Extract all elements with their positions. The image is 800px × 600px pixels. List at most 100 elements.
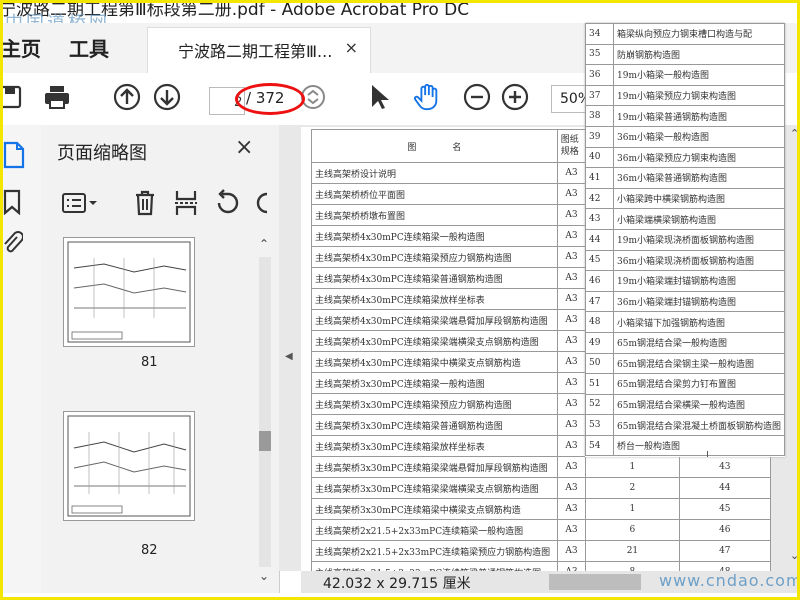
home-tab[interactable]: 主页 bbox=[3, 33, 41, 62]
table-row: 主线高架桥2x21.5+2x33mPC连续箱梁一般构造图 A3 6 46 bbox=[311, 519, 771, 541]
cell-name: 小箱梁端横梁钢筋构造图 bbox=[613, 208, 785, 230]
cell-size: A3 bbox=[556, 183, 587, 205]
cell-name: 主线高架桥设计说明 bbox=[311, 162, 558, 184]
page-thumbnail[interactable] bbox=[63, 237, 195, 347]
cell-name: 小箱梁锚下加强钢筋构造图 bbox=[613, 311, 785, 333]
table-row: 39 36m小箱梁一般构造图 bbox=[585, 125, 785, 148]
table-row: 36 19m小箱梁一般构造图 bbox=[585, 64, 785, 86]
cell-no: 40 bbox=[585, 146, 614, 169]
cell-no: 37 bbox=[585, 84, 614, 107]
trash-icon[interactable] bbox=[133, 189, 157, 221]
zoom-out-icon[interactable] bbox=[463, 83, 491, 111]
bottom-strip bbox=[3, 593, 797, 597]
table-row: 47 36m小箱梁端封锚钢筋构造图 bbox=[585, 290, 785, 313]
arrow-down-circle-icon[interactable] bbox=[153, 83, 181, 111]
cell-no: 53 bbox=[585, 414, 614, 436]
cell-no: 38 bbox=[585, 105, 614, 127]
cell-name: 19m小箱梁端封锚钢筋构造图 bbox=[613, 270, 785, 292]
thumbnail-page-number: 81 bbox=[141, 355, 158, 370]
cell-no: 48 bbox=[585, 311, 614, 333]
cell-size: A3 bbox=[556, 477, 587, 499]
cell-no: 1 bbox=[585, 456, 680, 478]
document-scrollbar[interactable]: ⌃ ⌄ bbox=[787, 125, 797, 571]
table-row: 52 65m钢混结合梁横梁一般构造图 bbox=[585, 393, 785, 416]
scroll-thumb[interactable] bbox=[259, 431, 271, 451]
cell-size: A3 bbox=[556, 498, 587, 520]
cell-name: 主线高架桥3x30mPC连续箱梁普通钢筋构造图 bbox=[311, 414, 558, 436]
cell-size: A3 bbox=[556, 414, 587, 436]
rotate-right-icon[interactable] bbox=[255, 189, 269, 221]
status-bar: 42.032 x 29.715 厘米 bbox=[301, 571, 549, 593]
cell-name: 主线高架桥4x30mPC连续箱梁中横梁支点钢筋构造 bbox=[311, 351, 558, 373]
cell-name: 主线高架桥4x30mPC连续箱梁梁端横梁支点钢筋构造图 bbox=[311, 330, 558, 352]
cell-name: 主线高架桥4x30mPC连续箱梁预应力钢筋构造图 bbox=[311, 246, 558, 268]
document-tab-label: 宁波路二期工程第Ⅲ... bbox=[178, 42, 333, 61]
cursor-arrow-icon[interactable] bbox=[365, 83, 393, 111]
rotate-icon[interactable] bbox=[213, 189, 241, 221]
title-bar: 宁波路二期工程第Ⅲ标段第二册.pdf - Adobe Acrobat Pro D… bbox=[3, 3, 797, 34]
cell-size: A3 bbox=[556, 393, 587, 415]
table-row: 54 桥台一般构造图 bbox=[585, 434, 785, 457]
cell-size: A3 bbox=[556, 372, 587, 394]
cell-no: 45 bbox=[585, 249, 614, 272]
arrow-up-circle-icon[interactable] bbox=[113, 83, 141, 111]
cell-name: 36m小箱梁普通钢筋构造图 bbox=[613, 167, 785, 189]
cell-name: 主线高架桥3x30mPC连续箱梁放样坐标表 bbox=[311, 435, 558, 457]
cell-name: 主线高架桥2x21.5+2x33mPC连续箱梁预应力钢筋构造图 bbox=[311, 540, 558, 562]
close-tab-icon[interactable]: × bbox=[345, 38, 358, 57]
scroll-track bbox=[259, 257, 271, 567]
cell-name: 箱梁纵向预应力钢束槽口构造与配 bbox=[613, 23, 785, 45]
table-row: 38 19m小箱梁普通钢筋构造图 bbox=[585, 105, 785, 127]
zoom-in-icon[interactable] bbox=[501, 83, 529, 111]
scroll-thumb[interactable] bbox=[549, 574, 641, 590]
cell-pages: 47 bbox=[678, 540, 771, 562]
cell-name: 36m小箱梁一般构造图 bbox=[613, 125, 785, 148]
save-icon[interactable] bbox=[3, 83, 25, 111]
tools-tab[interactable]: 工具 bbox=[69, 33, 109, 62]
cell-size: A3 bbox=[556, 351, 587, 373]
page-thumbnails-icon[interactable] bbox=[3, 141, 27, 173]
page-thumbnail[interactable] bbox=[63, 411, 195, 521]
panel-scrollbar[interactable]: ⌃ ⌄ bbox=[255, 235, 275, 591]
scroll-down-icon[interactable]: ⌄ bbox=[790, 549, 797, 562]
prev-page-arrow-icon[interactable]: ◀ bbox=[285, 351, 293, 362]
cell-no: 35 bbox=[585, 43, 614, 66]
document-tab[interactable]: 宁波路二期工程第Ⅲ... × bbox=[147, 27, 371, 74]
cell-no: 39 bbox=[585, 125, 614, 148]
table-row: 40 36m小箱梁预应力钢束构造图 bbox=[585, 146, 785, 169]
thumbnail-page-number: 82 bbox=[141, 543, 158, 558]
cell-pages: 46 bbox=[678, 519, 771, 541]
attachment-icon[interactable] bbox=[3, 231, 24, 261]
options-menu-icon[interactable] bbox=[61, 191, 99, 219]
red-highlight-annotation bbox=[235, 83, 305, 115]
table-row: 45 36m小箱梁现浇桥面板钢筋构造图 bbox=[585, 249, 785, 272]
table-row: 43 小箱梁端横梁钢筋构造图 bbox=[585, 208, 785, 230]
cell-no: 34 bbox=[585, 23, 614, 45]
scroll-up-icon[interactable]: ⌃ bbox=[259, 237, 269, 251]
cell-size: A3 bbox=[556, 519, 587, 541]
hand-icon[interactable] bbox=[413, 83, 441, 111]
scroll-up-icon[interactable]: ⌃ bbox=[790, 127, 797, 140]
print-icon[interactable] bbox=[43, 83, 71, 111]
cell-name: 19m小箱梁现浇桥面板钢筋构造图 bbox=[613, 228, 785, 251]
cell-size: A3 bbox=[556, 456, 587, 478]
scroll-down-icon[interactable]: ⌄ bbox=[259, 569, 269, 583]
table-row: 34 箱梁纵向预应力钢束槽口构造与配 bbox=[585, 23, 785, 45]
cell-name: 主线高架桥3x30mPC连续箱梁一般构造图 bbox=[311, 372, 558, 394]
header-drawing-name: 图 名 bbox=[311, 129, 558, 163]
table-row: 主线高架桥3x30mPC连续箱梁梁端悬臂加厚段钢筋构造图 A3 1 43 bbox=[311, 456, 771, 478]
overlay-page-fragment: 34 箱梁纵向预应力钢束槽口构造与配 35 防崩钢筋构造图 36 19m小箱梁一般构造图 3… bbox=[585, 23, 785, 457]
table-row: 51 65m钢混结合梁剪力钉布置图 bbox=[585, 373, 785, 395]
cell-size: A3 bbox=[556, 288, 587, 310]
cell-no: 6 bbox=[585, 519, 680, 541]
cell-name: 65m钢混结合梁钢主梁一般构造图 bbox=[613, 352, 785, 375]
cell-name: 主线高架桥2x21.5+2x33mPC连续箱梁一般构造图 bbox=[311, 519, 558, 541]
cell-name: 主线高架桥4x30mPC连续箱梁普通钢筋构造图 bbox=[311, 267, 558, 289]
cell-name: 主线高架桥桥位平面图 bbox=[311, 183, 558, 205]
panel-close-icon[interactable]: × bbox=[235, 135, 253, 160]
bookmark-icon[interactable] bbox=[3, 189, 23, 219]
header-drawing-size: 图纸规格 bbox=[556, 129, 587, 163]
cell-no: 52 bbox=[585, 393, 614, 416]
extract-pages-icon[interactable] bbox=[173, 189, 199, 221]
table-row: 48 小箱梁锚下加强钢筋构造图 bbox=[585, 311, 785, 333]
